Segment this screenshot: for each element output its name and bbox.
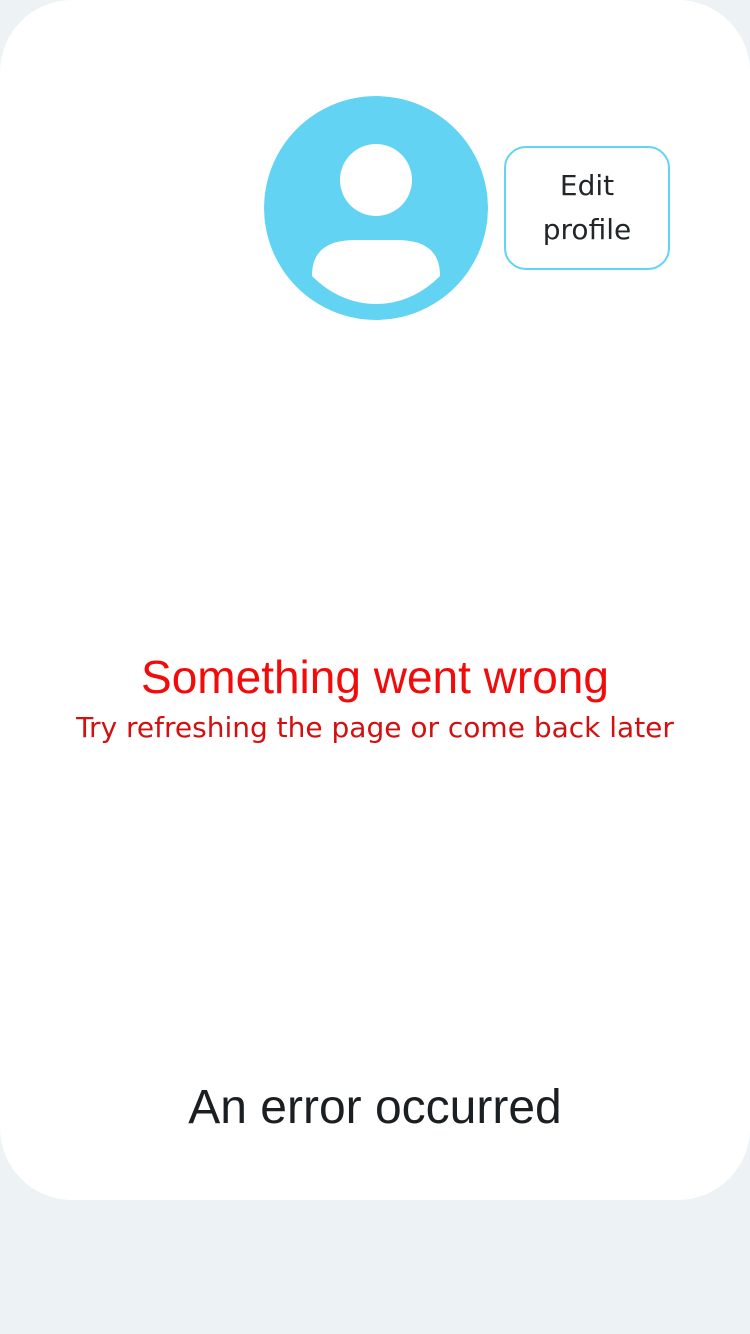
- edit-profile-label: Edit profile: [542, 169, 632, 246]
- error-subtitle: Try refreshing the page or come back lat…: [76, 711, 674, 744]
- avatar-graphic: [264, 96, 488, 320]
- error-message: An error occurred: [188, 1081, 562, 1134]
- user-avatar-icon: [264, 96, 488, 320]
- error-title: Something went wrong: [141, 651, 609, 703]
- edit-profile-button[interactable]: Edit profile: [504, 146, 670, 270]
- profile-card: Edit profile Something went wrong Try re…: [0, 0, 750, 1200]
